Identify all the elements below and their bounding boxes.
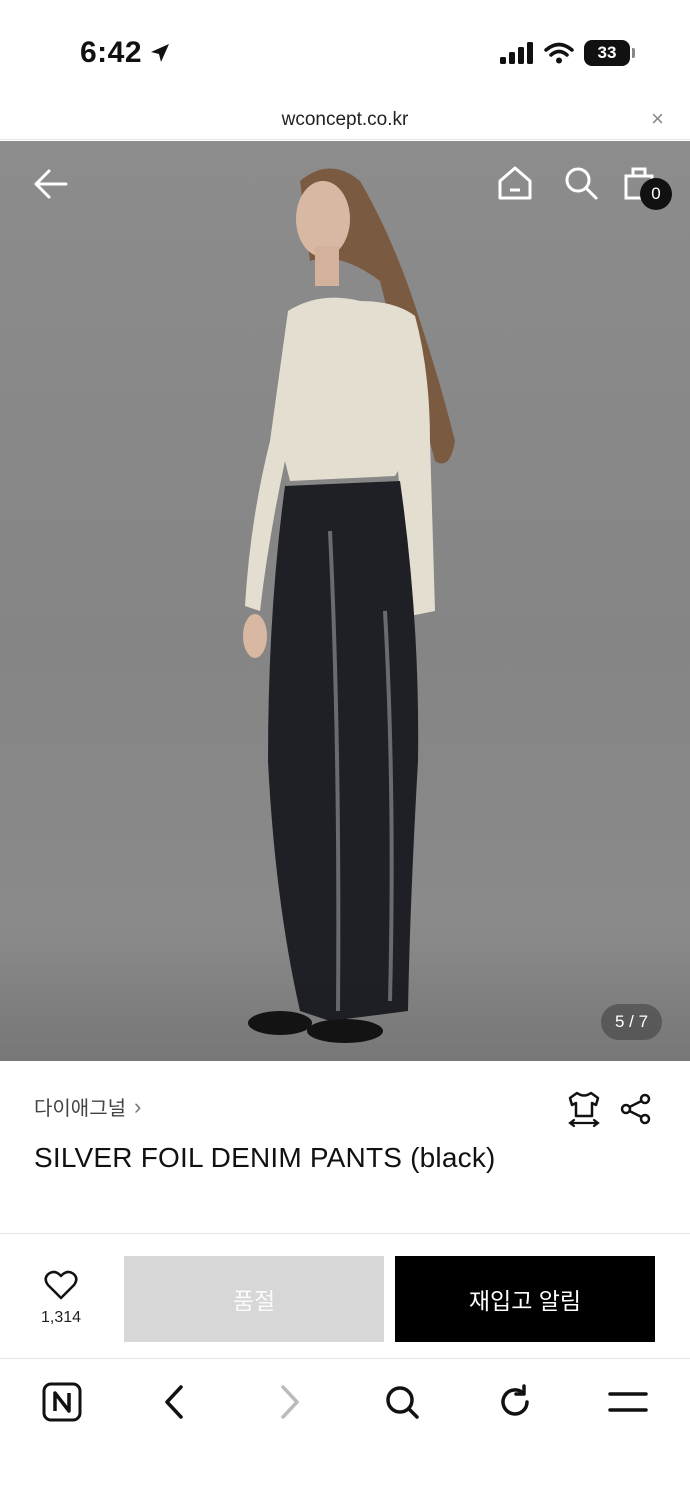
naver-home-icon — [42, 1382, 82, 1422]
chevron-right-icon: › — [134, 1093, 142, 1119]
size-guide-button[interactable] — [566, 1090, 602, 1133]
model-neck — [315, 246, 339, 286]
status-indicators: 33 — [500, 40, 635, 66]
restock-alert-button[interactable]: 재입고 알림 — [395, 1256, 655, 1342]
status-time-text: 6:42 — [80, 36, 143, 69]
signal-icon — [500, 42, 533, 64]
location-arrow-icon — [151, 44, 170, 62]
refresh-icon — [501, 1384, 529, 1416]
wifi-icon — [544, 42, 574, 64]
search-button[interactable] — [563, 165, 599, 206]
model-pants — [268, 481, 419, 1021]
home-button[interactable] — [497, 165, 533, 206]
heart-icon — [44, 1270, 78, 1300]
browser-menu-button[interactable] — [606, 1380, 650, 1424]
image-page-counter: 5 / 7 — [601, 1004, 662, 1040]
status-bar: 6:42 33 — [0, 0, 690, 100]
hero-nav: 0 — [0, 141, 690, 231]
search-icon — [386, 1386, 419, 1419]
share-button[interactable] — [620, 1093, 652, 1130]
brand-name[interactable]: 다이애그널 — [34, 1092, 126, 1121]
browser-forward-button[interactable] — [267, 1380, 311, 1424]
cart-count-badge: 0 — [640, 178, 672, 210]
model-hand-left — [243, 614, 267, 658]
browser-back-button[interactable] — [153, 1380, 197, 1424]
search-icon — [565, 167, 598, 200]
brand-link[interactable]: 다이애그널 › — [34, 1092, 141, 1121]
battery-icon: 33 — [584, 40, 635, 66]
chevron-right-icon — [281, 1385, 299, 1419]
browser-refresh-button[interactable] — [493, 1380, 537, 1424]
url-text[interactable]: wconcept.co.kr — [0, 109, 690, 131]
share-icon — [620, 1093, 651, 1125]
back-button[interactable] — [32, 165, 70, 208]
browser-search-button[interactable] — [380, 1380, 424, 1424]
menu-icon — [608, 1392, 648, 1412]
divider — [0, 1358, 690, 1359]
back-arrow-icon — [34, 169, 68, 199]
product-image-gallery[interactable]: 0 5 / 7 — [0, 141, 690, 1061]
product-title: SILVER FOIL DENIM PANTS (black) — [34, 1142, 496, 1173]
soldout-button[interactable]: 품절 — [124, 1256, 384, 1342]
hero-floor-shadow — [0, 941, 690, 1061]
battery-level: 33 — [597, 43, 617, 62]
home-icon — [498, 166, 532, 200]
product-photo — [243, 168, 455, 1043]
size-guide-icon — [568, 1091, 600, 1128]
url-bar[interactable]: wconcept.co.kr × — [0, 100, 690, 140]
browser-toolbar — [0, 1360, 690, 1440]
chevron-left-icon — [165, 1385, 183, 1419]
like-button[interactable]: 1,314 — [30, 1270, 92, 1327]
like-count: 1,314 — [40, 1309, 82, 1326]
naver-home-button[interactable] — [40, 1380, 84, 1424]
close-icon[interactable]: × — [651, 108, 664, 130]
divider — [0, 1233, 690, 1234]
status-time: 6:42 — [80, 36, 172, 70]
